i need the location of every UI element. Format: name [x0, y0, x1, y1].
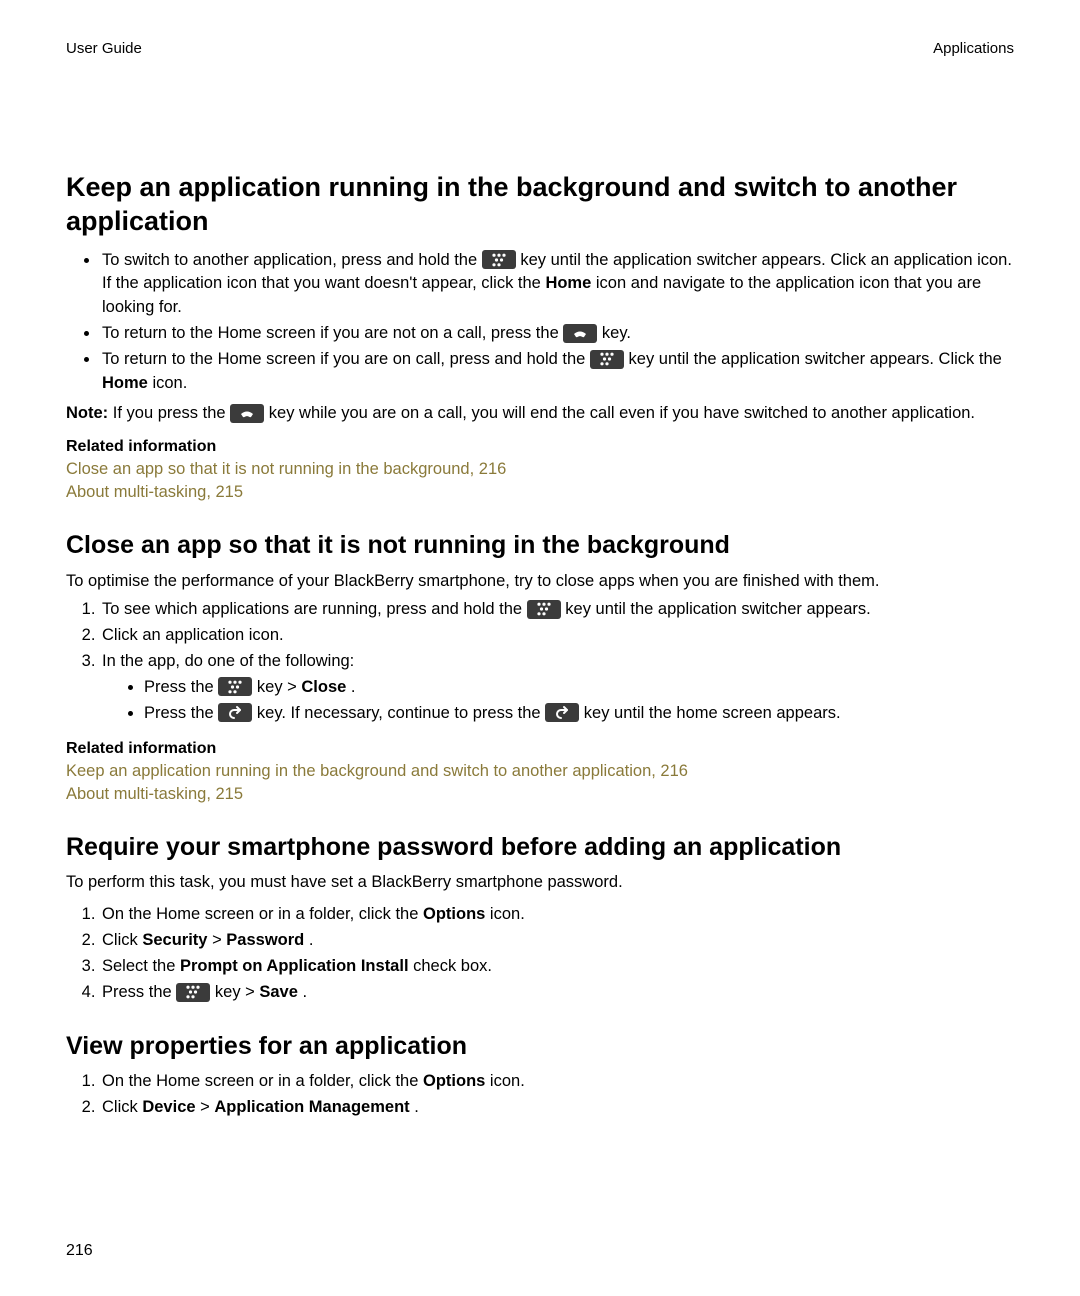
s3-intro: To perform this task, you must have set … [66, 871, 1014, 893]
heading-require-password: Require your smartphone password before … [66, 832, 1014, 863]
s2-related-link-1[interactable]: Keep an application running in the backg… [66, 762, 688, 780]
menu-key-icon [527, 600, 561, 619]
s3-step-2: Click Security > Password . [100, 929, 1014, 953]
page-number: 216 [66, 1242, 93, 1260]
s2-step-1: To see which applications are running, p… [100, 598, 1014, 622]
page-header: User Guide Applications [66, 40, 1014, 57]
end-key-icon [230, 404, 264, 423]
s1-bullet-3: To return to the Home screen if you are … [100, 348, 1014, 396]
s1-related-link-1[interactable]: Close an app so that it is not running i… [66, 460, 506, 478]
s2-intro: To optimise the performance of your Blac… [66, 570, 1014, 592]
menu-key-icon [218, 677, 252, 696]
heading-keep-app-running: Keep an application running in the backg… [66, 171, 1014, 239]
s1-related-link-2[interactable]: About multi-tasking, 215 [66, 483, 243, 501]
heading-close-app: Close an app so that it is not running i… [66, 530, 1014, 561]
s3-step-1: On the Home screen or in a folder, click… [100, 903, 1014, 927]
heading-view-properties: View properties for an application [66, 1031, 1014, 1062]
end-key-icon [563, 324, 597, 343]
menu-key-icon [482, 250, 516, 269]
header-left: User Guide [66, 40, 142, 57]
s1-note: Note: If you press the key while you are… [66, 402, 1014, 424]
s2-related-link-2[interactable]: About multi-tasking, 215 [66, 785, 243, 803]
s4-step-2: Click Device > Application Management . [100, 1096, 1014, 1120]
back-key-icon [218, 703, 252, 722]
s2-step-2: Click an application icon. [100, 624, 1014, 648]
s1-related-heading: Related information [66, 438, 1014, 456]
s2-step-3: In the app, do one of the following: Pre… [100, 650, 1014, 726]
s2-step-3b: Press the key. If necessary, continue to… [144, 702, 1014, 726]
s3-step-4: Press the key > Save . [100, 981, 1014, 1005]
menu-key-icon [176, 983, 210, 1002]
s4-step-1: On the Home screen or in a folder, click… [100, 1070, 1014, 1094]
header-right: Applications [933, 40, 1014, 57]
s1-bullet-2: To return to the Home screen if you are … [100, 322, 1014, 346]
s2-step-3a: Press the key > Close . [144, 676, 1014, 700]
menu-key-icon [590, 350, 624, 369]
s3-step-3: Select the Prompt on Application Install… [100, 955, 1014, 979]
s1-bullet-1: To switch to another application, press … [100, 249, 1014, 321]
back-key-icon [545, 703, 579, 722]
s2-related-heading: Related information [66, 740, 1014, 758]
